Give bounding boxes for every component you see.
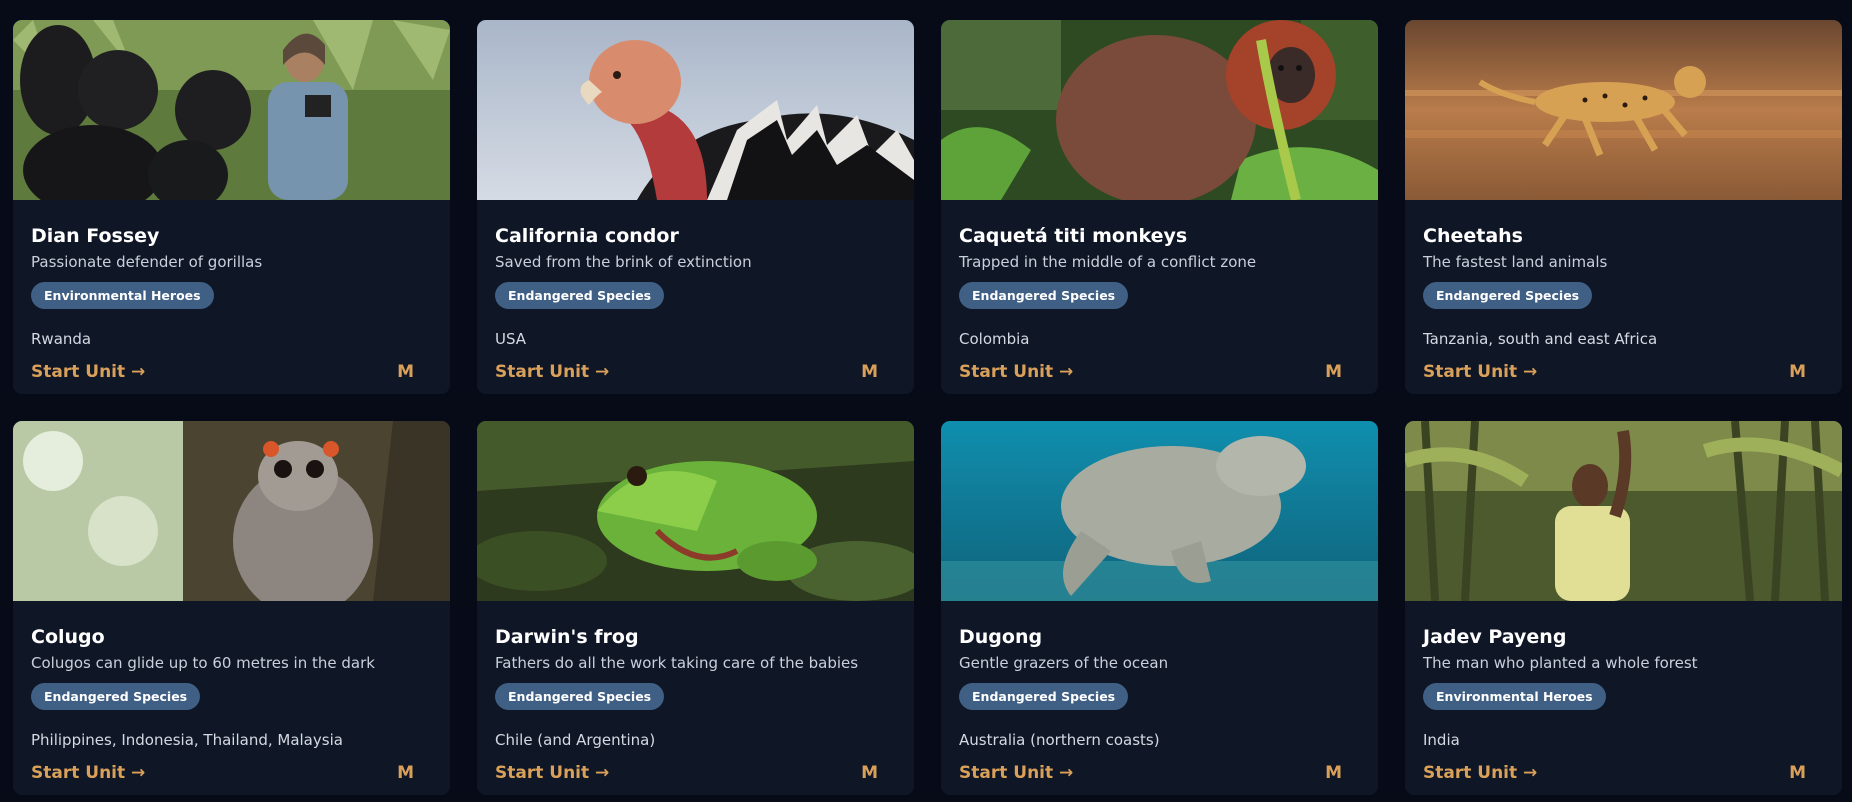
card-subtitle: The fastest land animals: [1423, 253, 1608, 271]
card-location: Tanzania, south and east Africa: [1423, 330, 1658, 348]
category-badge: Endangered Species: [1423, 282, 1593, 309]
level-badge: M: [1789, 362, 1806, 382]
category-badge: Endangered Species: [495, 683, 665, 710]
level-badge: M: [397, 763, 414, 783]
card-subtitle: Saved from the brink of extinction: [495, 253, 752, 271]
cheetah-photo: [1405, 20, 1842, 200]
colugo-photo: [13, 421, 450, 601]
card-title: Dian Fossey: [31, 225, 160, 247]
card-title: Jadev Payeng: [1423, 626, 1567, 648]
card-location: Rwanda: [31, 330, 92, 348]
level-badge: M: [1325, 763, 1342, 783]
start-unit-link[interactable]: Start Unit →: [31, 763, 145, 783]
level-badge: M: [1325, 362, 1342, 382]
unit-card[interactable]: Cheetahs The fastest land animals Endang…: [1405, 20, 1842, 394]
category-badge: Environmental Heroes: [1423, 683, 1606, 710]
category-badge: Endangered Species: [495, 282, 665, 309]
card-subtitle: Fathers do all the work taking care of t…: [495, 654, 859, 672]
dugong-photo: [941, 421, 1378, 601]
forest-man-photo: [1405, 421, 1842, 601]
start-unit-link[interactable]: Start Unit →: [495, 362, 609, 382]
card-location: Colombia: [959, 330, 1030, 348]
unit-card[interactable]: Dugong Gentle grazers of the ocean Endan…: [941, 421, 1378, 795]
card-location: Australia (northern coasts): [959, 731, 1160, 749]
start-unit-link[interactable]: Start Unit →: [959, 763, 1073, 783]
unit-card[interactable]: Colugo Colugos can glide up to 60 metres…: [13, 421, 450, 795]
card-subtitle: Gentle grazers of the ocean: [959, 654, 1169, 672]
category-badge: Endangered Species: [959, 282, 1129, 309]
level-badge: M: [861, 763, 878, 783]
unit-card[interactable]: Caquetá titi monkeys Trapped in the midd…: [941, 20, 1378, 394]
card-location: USA: [495, 330, 527, 348]
card-title: Cheetahs: [1423, 225, 1523, 247]
start-unit-link[interactable]: Start Unit →: [1423, 362, 1537, 382]
card-location: Philippines, Indonesia, Thailand, Malays…: [31, 731, 343, 749]
unit-card-grid: Dian Fossey Passionate defender of goril…: [0, 0, 1852, 802]
condor-photo: [477, 20, 914, 200]
category-badge: Environmental Heroes: [31, 282, 214, 309]
level-badge: M: [1789, 763, 1806, 783]
unit-card[interactable]: Jadev Payeng The man who planted a whole…: [1405, 421, 1842, 795]
card-subtitle: Trapped in the middle of a conflict zone: [959, 253, 1257, 271]
card-title: Colugo: [31, 626, 105, 648]
gorillas-photo: [13, 20, 450, 200]
unit-card[interactable]: Darwin's frog Fathers do all the work ta…: [477, 421, 914, 795]
card-subtitle: The man who planted a whole forest: [1423, 654, 1698, 672]
card-subtitle: Passionate defender of gorillas: [31, 253, 263, 271]
category-badge: Endangered Species: [959, 683, 1129, 710]
start-unit-link[interactable]: Start Unit →: [959, 362, 1073, 382]
start-unit-link[interactable]: Start Unit →: [495, 763, 609, 783]
card-title: Caquetá titi monkeys: [959, 225, 1188, 247]
unit-card[interactable]: Dian Fossey Passionate defender of goril…: [13, 20, 450, 394]
titi-monkey-photo: [941, 20, 1378, 200]
card-title: Darwin's frog: [495, 626, 639, 648]
card-title: California condor: [495, 225, 679, 247]
level-badge: M: [397, 362, 414, 382]
card-location: Chile (and Argentina): [495, 731, 656, 749]
start-unit-link[interactable]: Start Unit →: [1423, 763, 1537, 783]
card-location: India: [1423, 731, 1460, 749]
unit-card[interactable]: California condor Saved from the brink o…: [477, 20, 914, 394]
card-subtitle: Colugos can glide up to 60 metres in the…: [31, 654, 375, 672]
category-badge: Endangered Species: [31, 683, 201, 710]
card-title: Dugong: [959, 626, 1043, 648]
level-badge: M: [861, 362, 878, 382]
frog-photo: [477, 421, 914, 601]
start-unit-link[interactable]: Start Unit →: [31, 362, 145, 382]
